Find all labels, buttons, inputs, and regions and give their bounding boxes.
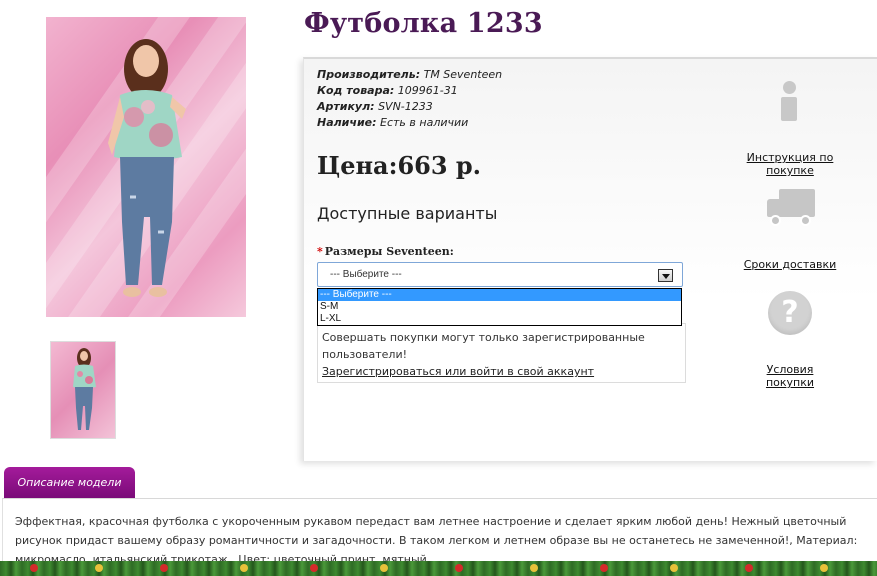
- meta-label: Наличие:: [317, 116, 377, 129]
- meta-product-code: Код товара: 109961-31: [317, 83, 502, 99]
- size-label-text: Размеры Seventeen:: [324, 245, 454, 258]
- meta-value: 109961-31: [397, 84, 458, 97]
- meta-availability: Наличие: Есть в наличии: [317, 115, 502, 131]
- size-select-value: --- Выберите ---: [330, 269, 402, 280]
- meta-article: Артикул: SVN-1233: [317, 99, 502, 115]
- meta-value: Есть в наличии: [380, 116, 469, 129]
- meta-label: Артикул:: [317, 100, 375, 113]
- terms-link[interactable]: Условия покупки: [742, 363, 838, 389]
- question-icon[interactable]: ?: [768, 291, 812, 335]
- product-main-image[interactable]: [46, 17, 246, 317]
- meta-value: TM Seventeen: [423, 68, 503, 81]
- delivery-link[interactable]: Сроки доставки: [742, 258, 838, 271]
- meta-label: Код товара:: [317, 84, 395, 97]
- size-option[interactable]: S-M: [318, 301, 681, 313]
- variants-heading: Доступные варианты: [317, 204, 498, 223]
- required-mark: *: [317, 245, 323, 258]
- meta-label: Производитель:: [317, 68, 421, 81]
- size-select[interactable]: --- Выберите ---: [317, 262, 683, 287]
- instructions-link[interactable]: Инструкция по покупке: [727, 151, 853, 177]
- login-notice: Совершать покупки могут только зарегистр…: [317, 323, 686, 383]
- product-info-panel: Производитель: TM Seventeen Код товара: …: [303, 57, 877, 461]
- register-login-link[interactable]: Зарегистрироваться или войти в свой акка…: [322, 365, 594, 378]
- christmas-garland: [0, 561, 877, 576]
- product-title: Футболка 1233: [304, 8, 543, 39]
- product-thumbnail[interactable]: [50, 341, 116, 439]
- truck-icon[interactable]: [767, 187, 817, 229]
- login-notice-text: Совершать покупки могут только зарегистр…: [322, 331, 645, 361]
- size-option[interactable]: L-XL: [318, 313, 681, 325]
- meta-value: SVN-1233: [378, 100, 433, 113]
- product-price: Цена:663 р.: [317, 151, 482, 180]
- info-icon[interactable]: [775, 81, 803, 123]
- product-meta: Производитель: TM Seventeen Код товара: …: [317, 67, 502, 131]
- model-figure: [108, 39, 186, 297]
- size-option[interactable]: --- Выберите ---: [318, 289, 681, 301]
- meta-manufacturer: Производитель: TM Seventeen: [317, 67, 502, 83]
- tab-description[interactable]: Описание модели: [4, 467, 135, 498]
- chevron-down-icon[interactable]: [658, 269, 673, 282]
- size-dropdown-list: --- Выберите --- S-M L-XL: [317, 288, 682, 326]
- size-label: * Размеры Seventeen:: [317, 245, 454, 258]
- thumbnail-figure: [73, 348, 96, 430]
